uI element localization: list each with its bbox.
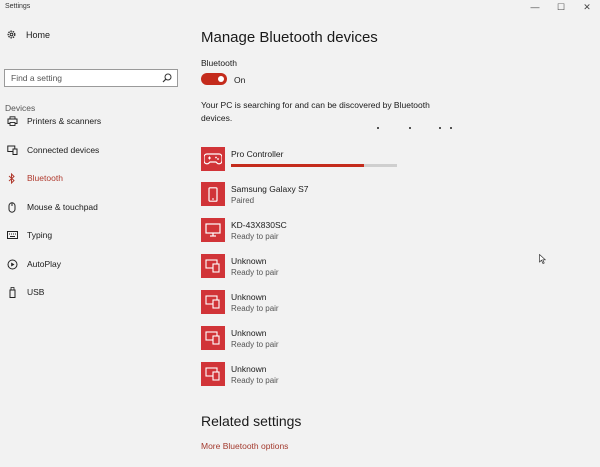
device-status: Ready to pair [231, 304, 279, 313]
device-status: Ready to pair [231, 232, 279, 241]
close-button[interactable]: ✕ [574, 0, 600, 14]
sidebar-item-label: Connected devices [27, 145, 100, 155]
device-status: Ready to pair [231, 340, 279, 349]
keyboard-icon [6, 231, 18, 239]
sidebar-item-connected-devices[interactable]: Connected devices [6, 143, 99, 157]
device-tile [201, 218, 225, 242]
device-name: Pro Controller [231, 149, 284, 159]
connected-devices-icon [6, 145, 17, 155]
home-nav-item[interactable]: Home [6, 29, 50, 40]
multi-device-icon [205, 367, 220, 381]
bluetooth-toggle[interactable] [201, 73, 227, 85]
device-item-kd-tv[interactable]: KD-43X830SC Ready to pair [201, 218, 421, 246]
maximize-button[interactable]: ☐ [548, 0, 574, 14]
device-tile [201, 254, 225, 278]
title-bar: Settings — ☐ ✕ [0, 0, 600, 14]
home-label: Home [26, 29, 51, 40]
page-title: Manage Bluetooth devices [201, 29, 378, 46]
sidebar-item-usb[interactable]: USB [6, 285, 44, 299]
device-item-samsung[interactable]: Samsung Galaxy S7 Paired [201, 182, 421, 210]
bluetooth-label: Bluetooth [201, 58, 237, 68]
multi-device-icon [205, 295, 220, 309]
discovery-status-text: Your PC is searching for and can be disc… [201, 100, 430, 123]
sidebar-item-label: Printers & scanners [27, 116, 102, 126]
sidebar-item-bluetooth[interactable]: Bluetooth [6, 171, 63, 185]
sidebar-item-label: Typing [27, 230, 53, 240]
minimize-button[interactable]: — [522, 0, 548, 14]
device-name: Samsung Galaxy S7 [231, 184, 309, 194]
window-title: Settings [5, 3, 31, 10]
usb-icon [9, 286, 15, 298]
loading-dot [377, 127, 379, 129]
sidebar: Home Devices Printers & scanners Connect… [0, 14, 186, 467]
gamepad-icon [204, 153, 222, 165]
printer-icon [7, 116, 17, 126]
sidebar-item-mouse[interactable]: Mouse & touchpad [6, 200, 98, 214]
multi-device-icon [205, 259, 220, 273]
mouse-cursor-icon [539, 254, 546, 264]
loading-dot [450, 127, 452, 129]
toggle-knob [218, 76, 224, 82]
gear-icon [7, 30, 16, 39]
mouse-icon [8, 201, 16, 213]
bluetooth-icon [8, 172, 15, 184]
device-item-unknown[interactable]: Unknown Ready to pair [201, 290, 421, 318]
loading-dot [439, 127, 441, 129]
device-item-unknown[interactable]: Unknown Ready to pair [201, 326, 421, 354]
more-bluetooth-options-link[interactable]: More Bluetooth options [201, 441, 288, 451]
device-name: Unknown [231, 292, 267, 302]
device-status: Paired [231, 196, 255, 205]
device-name: Unknown [231, 328, 267, 338]
sidebar-item-label: USB [27, 287, 45, 297]
sidebar-item-typing[interactable]: Typing [6, 228, 52, 242]
pairing-progress-bar [231, 164, 397, 167]
sidebar-item-label: AutoPlay [27, 259, 62, 269]
device-item-pro-controller[interactable]: Pro Controller [201, 147, 421, 175]
toggle-state-label: On [234, 75, 246, 85]
sidebar-item-printers[interactable]: Printers & scanners [6, 114, 101, 128]
devices-section-label: Devices [5, 103, 36, 113]
sidebar-item-label: Bluetooth [27, 173, 63, 183]
device-tile [201, 290, 225, 314]
search-box[interactable] [4, 69, 178, 87]
search-icon [162, 73, 172, 83]
device-item-unknown[interactable]: Unknown Ready to pair [201, 362, 421, 390]
device-tile [201, 147, 225, 171]
device-tile [201, 326, 225, 350]
pairing-progress-fill [231, 164, 364, 167]
related-settings-heading: Related settings [201, 413, 302, 429]
device-tile [201, 362, 225, 386]
device-name: KD-43X830SC [231, 220, 287, 230]
device-tile [201, 182, 225, 206]
device-status: Ready to pair [231, 376, 279, 385]
device-name: Unknown [231, 256, 267, 266]
phone-icon [208, 186, 218, 202]
monitor-icon [205, 223, 221, 237]
sidebar-item-label: Mouse & touchpad [27, 202, 98, 212]
device-item-unknown[interactable]: Unknown Ready to pair [201, 254, 421, 282]
sidebar-item-autoplay[interactable]: AutoPlay [6, 257, 61, 271]
multi-device-icon [205, 331, 220, 345]
search-input[interactable] [11, 72, 161, 84]
autoplay-icon [7, 259, 17, 269]
loading-dot [409, 127, 411, 129]
device-status: Ready to pair [231, 268, 279, 277]
device-name: Unknown [231, 364, 267, 374]
